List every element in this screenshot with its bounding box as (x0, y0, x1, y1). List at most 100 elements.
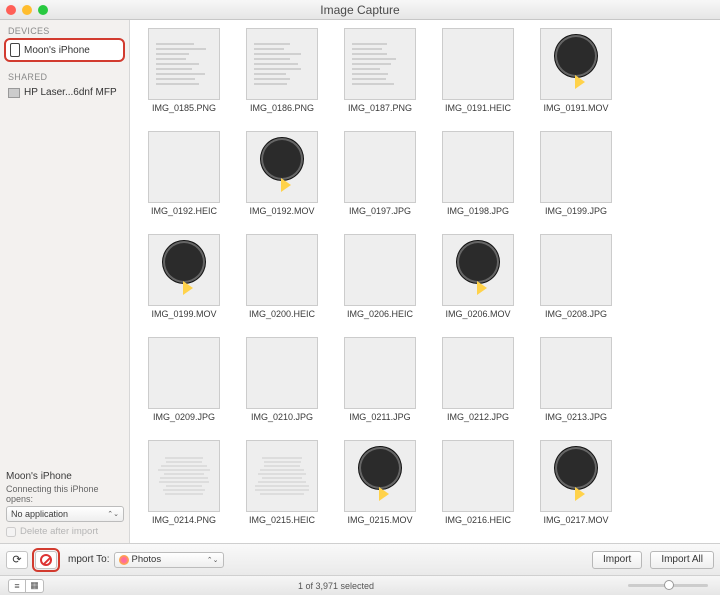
thumbnail[interactable]: IMG_0213.JPG (538, 337, 614, 422)
zoom-icon[interactable] (38, 5, 48, 15)
thumbnail[interactable]: IMG_0206.MOV (440, 234, 516, 319)
thumbnail[interactable]: IMG_0198.JPG (440, 131, 516, 216)
import-all-button[interactable]: Import All (650, 551, 714, 569)
thumbnail-image[interactable] (344, 28, 416, 100)
thumbnail-caption: IMG_0214.PNG (152, 515, 216, 525)
opens-select-value: No application (11, 509, 68, 519)
window-title: Image Capture (0, 3, 720, 17)
thumbnail-caption: IMG_0187.PNG (348, 103, 412, 113)
view-toggle: ≡ ▦ (8, 579, 44, 593)
view-list-button[interactable]: ≡ (8, 579, 26, 593)
thumbnail-image[interactable] (148, 131, 220, 203)
thumbnail-image[interactable] (540, 440, 612, 512)
sidebar-footer: Moon's iPhone Connecting this iPhone ope… (0, 465, 129, 543)
shared-label: HP Laser...6dnf MFP (24, 87, 117, 98)
thumbnail-image[interactable] (246, 440, 318, 512)
thumbnail-image[interactable] (148, 234, 220, 306)
slider-knob[interactable] (664, 580, 674, 590)
photos-app-icon (119, 555, 129, 565)
thumbnail-image[interactable] (344, 440, 416, 512)
thumbnail-image[interactable] (246, 337, 318, 409)
thumbnail[interactable]: IMG_0206.HEIC (342, 234, 418, 319)
thumbnail-caption: IMG_0192.MOV (249, 206, 314, 216)
thumbnail-caption: IMG_0211.JPG (349, 412, 410, 422)
thumbnail[interactable]: IMG_0217.MOV (538, 440, 614, 525)
thumbnail-image[interactable] (148, 440, 220, 512)
sidebar-item-shared[interactable]: HP Laser...6dnf MFP (4, 84, 125, 101)
thumbnail[interactable]: IMG_0216.HEIC (440, 440, 516, 525)
thumbnail-image[interactable] (344, 234, 416, 306)
thumbnail-image[interactable] (246, 131, 318, 203)
checkbox-input[interactable] (6, 527, 16, 537)
thumbnail[interactable]: IMG_0212.JPG (440, 337, 516, 422)
thumbnail-caption: IMG_0208.JPG (545, 309, 607, 319)
thumbnail[interactable]: IMG_0214.PNG (146, 440, 222, 525)
thumbnail[interactable]: IMG_0199.JPG (538, 131, 614, 216)
delete-after-import-checkbox[interactable]: Delete after import (6, 526, 123, 537)
minimize-icon[interactable] (22, 5, 32, 15)
delete-button[interactable] (35, 551, 57, 569)
thumbnail-image[interactable] (540, 337, 612, 409)
thumbnail[interactable]: IMG_0191.MOV (538, 28, 614, 113)
main-content[interactable]: IMG_0185.PNG IMG_0186.PNG IMG_0187.PNG IMG_… (130, 20, 720, 543)
import-to-group: mport To: Photos ⌃⌄ (68, 552, 224, 568)
thumbnail[interactable]: IMG_0197.JPG (342, 131, 418, 216)
thumbnail-image[interactable] (148, 28, 220, 100)
thumbnail-grid: IMG_0185.PNG IMG_0186.PNG IMG_0187.PNG IMG_… (130, 20, 720, 543)
statusbar: ≡ ▦ 1 of 3,971 selected (0, 575, 720, 595)
thumbnail-image[interactable] (442, 337, 514, 409)
thumbnail-caption: IMG_0212.JPG (447, 412, 509, 422)
import-button[interactable]: Import (592, 551, 642, 569)
thumbnail-image[interactable] (540, 131, 612, 203)
thumbnail-image[interactable] (148, 337, 220, 409)
toolbar: ⟳ mport To: Photos ⌃⌄ Import Import All (0, 543, 720, 575)
thumbnail[interactable]: IMG_0209.JPG (146, 337, 222, 422)
thumbnail-image[interactable] (246, 234, 318, 306)
chevron-updown-icon: ⌃⌄ (207, 556, 219, 564)
thumbnail-image[interactable] (246, 28, 318, 100)
sidebar-header-devices: DEVICES (0, 20, 129, 38)
thumbnail[interactable]: IMG_0211.JPG (342, 337, 418, 422)
thumbnail-caption: IMG_0199.MOV (151, 309, 216, 319)
view-grid-button[interactable]: ▦ (26, 579, 44, 593)
thumbnail-caption: IMG_0216.HEIC (445, 515, 511, 525)
opens-select[interactable]: No application ⌃⌄ (6, 506, 124, 522)
thumbnail[interactable]: IMG_0187.PNG (342, 28, 418, 113)
device-label: Moon's iPhone (24, 45, 90, 56)
thumbnail[interactable]: IMG_0192.HEIC (146, 131, 222, 216)
thumbnail-image[interactable] (442, 28, 514, 100)
thumbnail-image[interactable] (442, 234, 514, 306)
thumbnail-image[interactable] (540, 234, 612, 306)
rotate-icon: ⟳ (12, 553, 21, 566)
phone-icon (10, 43, 20, 57)
thumbnail-size-slider[interactable] (628, 584, 708, 587)
thumbnail[interactable]: IMG_0186.PNG (244, 28, 320, 113)
thumbnail-image[interactable] (344, 337, 416, 409)
thumbnail-caption: IMG_0206.HEIC (347, 309, 413, 319)
import-all-button-label: Import All (661, 554, 703, 565)
import-to-select[interactable]: Photos ⌃⌄ (114, 552, 224, 568)
thumbnail[interactable]: IMG_0208.JPG (538, 234, 614, 319)
thumbnail-image[interactable] (540, 28, 612, 100)
close-icon[interactable] (6, 5, 16, 15)
thumbnail-caption: IMG_0215.HEIC (249, 515, 315, 525)
rotate-button[interactable]: ⟳ (6, 551, 28, 569)
thumbnail[interactable]: IMG_0199.MOV (146, 234, 222, 319)
window-controls (6, 5, 48, 15)
thumbnail-image[interactable] (442, 131, 514, 203)
thumbnail[interactable]: IMG_0215.MOV (342, 440, 418, 525)
thumbnail[interactable]: IMG_0200.HEIC (244, 234, 320, 319)
thumbnail-image[interactable] (344, 131, 416, 203)
thumbnail-caption: IMG_0210.JPG (251, 412, 313, 422)
sidebar-item-device[interactable]: Moon's iPhone (4, 38, 125, 62)
thumbnail[interactable]: IMG_0192.MOV (244, 131, 320, 216)
delete-after-label: Delete after import (20, 526, 98, 537)
thumbnail[interactable]: IMG_0215.HEIC (244, 440, 320, 525)
thumbnail[interactable]: IMG_0191.HEIC (440, 28, 516, 113)
thumbnail[interactable]: IMG_0210.JPG (244, 337, 320, 422)
thumbnail[interactable]: IMG_0185.PNG (146, 28, 222, 113)
thumbnail-caption: IMG_0197.JPG (349, 206, 411, 216)
import-button-label: Import (603, 554, 631, 565)
footer-opens-label: Connecting this iPhone opens: (6, 484, 123, 504)
thumbnail-image[interactable] (442, 440, 514, 512)
